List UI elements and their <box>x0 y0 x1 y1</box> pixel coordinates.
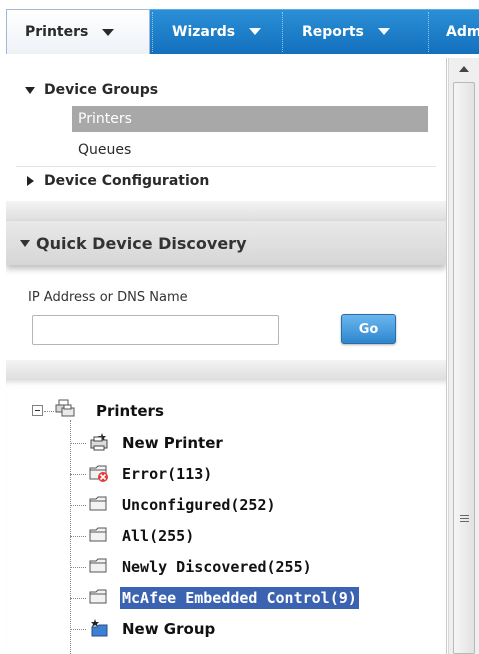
go-button[interactable]: Go <box>341 314 396 344</box>
tree-node-mcafee-embedded-control[interactable]: McAfee Embedded Control(9) <box>120 587 359 609</box>
collapse-toggle-icon[interactable] <box>32 405 43 416</box>
menu-separator <box>282 12 283 52</box>
tree-connector <box>70 567 86 568</box>
tree-connector <box>44 411 54 412</box>
ip-address-label: IP Address or DNS Name <box>28 290 188 305</box>
device-groups-header[interactable]: Device Groups <box>25 82 158 98</box>
printer-group-icon <box>55 399 75 417</box>
menu-wizards[interactable]: Wizards <box>154 9 280 54</box>
tree-connector <box>70 536 86 537</box>
tree-node-new-group[interactable]: New Group <box>120 618 217 640</box>
device-configuration-label: Device Configuration <box>44 173 210 189</box>
scrollbar-thumb[interactable] <box>453 82 475 654</box>
tree-connector <box>70 443 86 444</box>
grip-icon <box>460 515 469 524</box>
chevron-down-icon <box>249 28 262 35</box>
expanded-triangle-icon <box>25 86 35 94</box>
section-band <box>6 360 446 380</box>
ip-address-input[interactable] <box>32 315 279 345</box>
group-item-printers[interactable]: Printers <box>72 106 428 132</box>
tree-connector <box>70 598 86 599</box>
folder-icon <box>89 558 107 573</box>
new-group-icon <box>91 619 108 637</box>
tree-root-printers[interactable]: Printers <box>94 400 166 422</box>
top-menu-bar: Printers Wizards Reports Adm <box>0 0 479 58</box>
menu-admin[interactable]: Adm <box>430 9 479 54</box>
chevron-down-icon <box>377 28 390 35</box>
tree-connector <box>70 505 86 506</box>
folder-icon <box>89 496 107 511</box>
menu-wizards-label: Wizards <box>172 23 236 40</box>
navigation-panel: Device Groups Printers Queues Device Con… <box>6 58 447 654</box>
collapsed-triangle-icon <box>27 176 34 186</box>
printers-tree <box>6 380 446 654</box>
folder-icon <box>89 589 107 604</box>
expanded-triangle-icon <box>20 239 30 247</box>
tree-connector <box>70 474 86 475</box>
chevron-down-icon <box>102 28 115 36</box>
group-item-queues[interactable]: Queues <box>72 137 428 163</box>
quick-discovery-header[interactable]: Quick Device Discovery <box>6 221 446 265</box>
error-folder-icon <box>89 465 108 482</box>
menu-admin-label: Adm <box>446 23 479 40</box>
vertical-scrollbar[interactable] <box>448 58 479 654</box>
divider <box>16 166 436 167</box>
menu-separator <box>428 12 429 52</box>
tree-node-new-printer[interactable]: New Printer <box>120 432 225 454</box>
tree-connector <box>70 629 86 630</box>
scroll-up-arrow-icon[interactable] <box>459 66 469 72</box>
device-configuration-header[interactable]: Device Configuration <box>27 173 209 189</box>
section-band <box>6 201 446 221</box>
new-printer-icon <box>90 433 108 451</box>
quick-discovery-title: Quick Device Discovery <box>36 233 247 253</box>
tree-node-error[interactable]: Error(113) <box>120 463 214 485</box>
tree-node-newly-discovered[interactable]: Newly Discovered(255) <box>120 556 314 578</box>
device-groups-label: Device Groups <box>44 82 159 98</box>
tree-node-unconfigured[interactable]: Unconfigured(252) <box>120 494 278 516</box>
menu-reports-label: Reports <box>302 23 364 40</box>
menu-reports[interactable]: Reports <box>284 9 424 54</box>
menu-separator <box>152 12 153 52</box>
tree-node-all[interactable]: All(255) <box>120 525 196 547</box>
tree-connector <box>70 420 71 654</box>
folder-icon <box>89 527 107 542</box>
menu-printers-label: Printers <box>25 24 89 40</box>
menu-printers[interactable]: Printers <box>6 9 150 54</box>
